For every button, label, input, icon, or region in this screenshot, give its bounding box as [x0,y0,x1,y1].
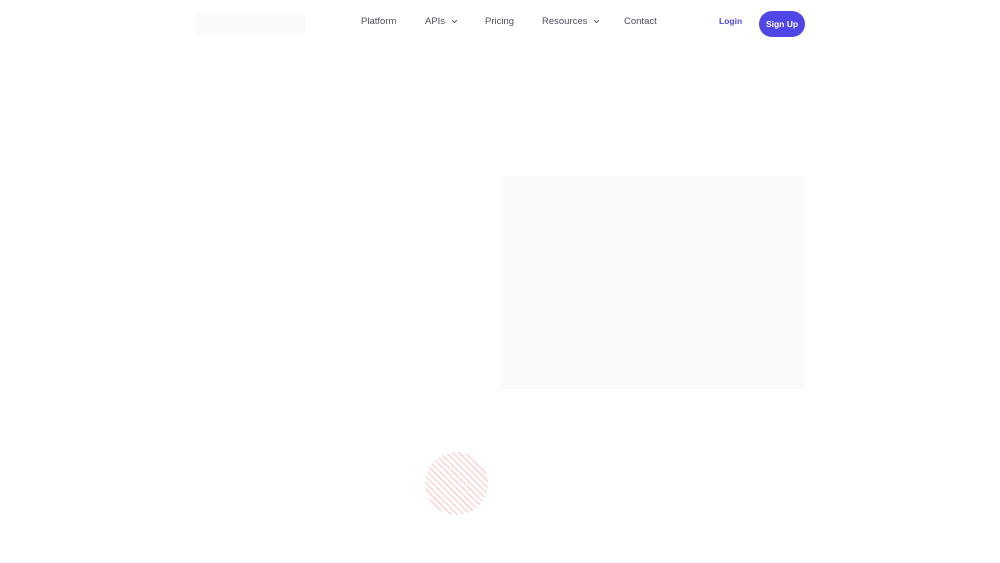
decorative-striped-circle [425,452,488,515]
nav-item-resources-label: Resources [542,16,588,27]
nav-item-apis[interactable]: APIs [425,16,458,27]
nav-item-resources[interactable]: Resources [542,16,600,27]
nav-item-platform[interactable]: Platform [361,16,396,27]
nav-item-contact-label: Contact [624,16,657,27]
main-nav: Platform APIs Pricing Resources Contact [0,16,1000,32]
site-header: Platform APIs Pricing Resources Contact [0,0,1000,48]
page: Platform APIs Pricing Resources Contact [0,0,1000,563]
chevron-down-icon [451,19,458,24]
nav-item-pricing-label: Pricing [485,16,515,27]
login-link[interactable]: Login [719,16,742,26]
nav-item-contact[interactable]: Contact [624,16,657,27]
nav-item-pricing[interactable]: Pricing [485,16,514,27]
nav-item-apis-label: APIs [425,16,446,27]
signup-button[interactable]: Sign Up [759,11,805,37]
nav-item-platform-label: Platform [361,16,397,27]
hero-media-placeholder [500,176,805,389]
chevron-down-icon [594,19,600,24]
